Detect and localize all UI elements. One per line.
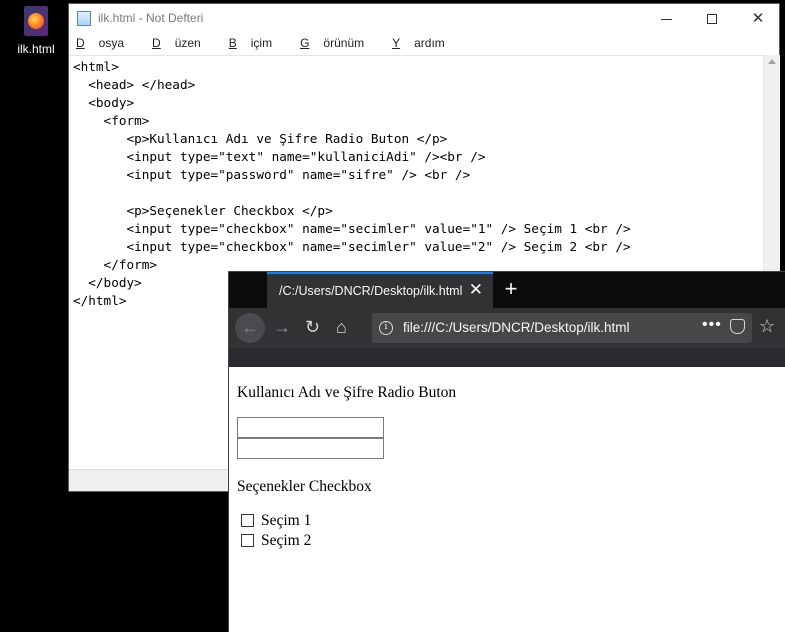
checkbox-label-2: Seçim 2 xyxy=(261,532,312,549)
notepad-menubar: Dosya Düzen Biçim Görünüm Yardım xyxy=(69,33,779,53)
page-heading-options: Seçenekler Checkbox xyxy=(237,478,372,495)
code-line: <input type="text" name="kullaniciAdi" /… xyxy=(73,149,486,164)
checkbox-secim-1[interactable] xyxy=(241,514,254,527)
password-input[interactable] xyxy=(237,438,384,459)
code-line: <p>Kullanıcı Adı ve Şifre Radio Buton </… xyxy=(73,131,448,146)
minimize-button[interactable] xyxy=(643,4,689,33)
code-line: <input type="checkbox" name="secimler" v… xyxy=(73,221,631,236)
back-arrow-icon[interactable]: ← xyxy=(235,313,265,343)
navigation-toolbar: ← → ↻ ⌂ i file:///C:/Users/DNCR/Desktop/… xyxy=(229,308,785,348)
tab-title: /C:/Users/DNCR/Desktop/ilk.html xyxy=(279,284,463,298)
toolbar-separator xyxy=(229,348,785,367)
url-text: file:///C:/Users/DNCR/Desktop/ilk.html xyxy=(403,320,630,335)
reload-icon[interactable]: ↻ xyxy=(305,317,320,337)
scroll-up-arrow-icon[interactable] xyxy=(768,59,776,64)
minimize-icon xyxy=(660,18,672,20)
page-heading-credentials: Kullanıcı Adı ve Şifre Radio Buton xyxy=(237,384,457,401)
bookmark-star-icon[interactable]: ☆ xyxy=(759,316,775,337)
tab-close-icon[interactable]: ✕ xyxy=(469,280,483,300)
close-button[interactable]: ✕ xyxy=(735,4,781,33)
code-line: <head> </head> xyxy=(73,77,196,92)
pocket-icon[interactable] xyxy=(730,319,745,334)
desktop-file-icon[interactable]: ilk.html xyxy=(8,6,64,56)
close-icon: ✕ xyxy=(751,10,765,27)
page-info-icon[interactable]: i xyxy=(379,321,393,335)
username-input[interactable] xyxy=(237,417,384,438)
firefox-html-file-icon xyxy=(24,6,48,36)
firefox-window: /C:/Users/DNCR/Desktop/ilk.html ✕ + ← → … xyxy=(229,272,785,632)
page-content: Kullanıcı Adı ve Şifre Radio Buton Seçen… xyxy=(229,367,785,632)
code-line: <html> xyxy=(73,59,119,74)
code-line: <input type="checkbox" name="secimler" v… xyxy=(73,239,631,254)
menu-dosya[interactable]: Dosya xyxy=(76,36,138,50)
code-line: <form> xyxy=(73,113,150,128)
forward-arrow-icon[interactable]: → xyxy=(273,317,291,337)
url-bar[interactable]: i file:///C:/Users/DNCR/Desktop/ilk.html… xyxy=(372,313,752,343)
menu-yardim[interactable]: Yardım xyxy=(392,36,459,50)
notepad-app-icon xyxy=(77,11,91,26)
checkbox-secim-2[interactable] xyxy=(241,534,254,547)
tab-strip: /C:/Users/DNCR/Desktop/ilk.html ✕ + xyxy=(229,272,785,308)
notepad-title: ilk.html - Not Defteri xyxy=(98,11,204,25)
code-line: <p>Seçenekler Checkbox </p> xyxy=(73,203,333,218)
new-tab-button[interactable]: + xyxy=(499,276,523,302)
maximize-button[interactable] xyxy=(689,4,735,33)
maximize-icon xyxy=(707,14,717,25)
desktop-file-label: ilk.html xyxy=(17,42,55,56)
checkbox-label-1: Seçim 1 xyxy=(261,512,312,529)
active-tab[interactable]: /C:/Users/DNCR/Desktop/ilk.html ✕ xyxy=(267,272,493,308)
page-actions-icon[interactable]: ••• xyxy=(702,316,722,334)
home-icon[interactable]: ⌂ xyxy=(336,317,347,337)
menu-bicim[interactable]: Biçim xyxy=(229,36,286,50)
code-line: <input type="password" name="sifre" /> <… xyxy=(73,167,471,182)
code-line: <body> xyxy=(73,95,135,110)
notepad-titlebar[interactable]: ilk.html - Not Defteri ✕ xyxy=(69,4,779,33)
menu-gorunum[interactable]: Görünüm xyxy=(300,36,378,50)
menu-duzen[interactable]: Düzen xyxy=(152,36,215,50)
